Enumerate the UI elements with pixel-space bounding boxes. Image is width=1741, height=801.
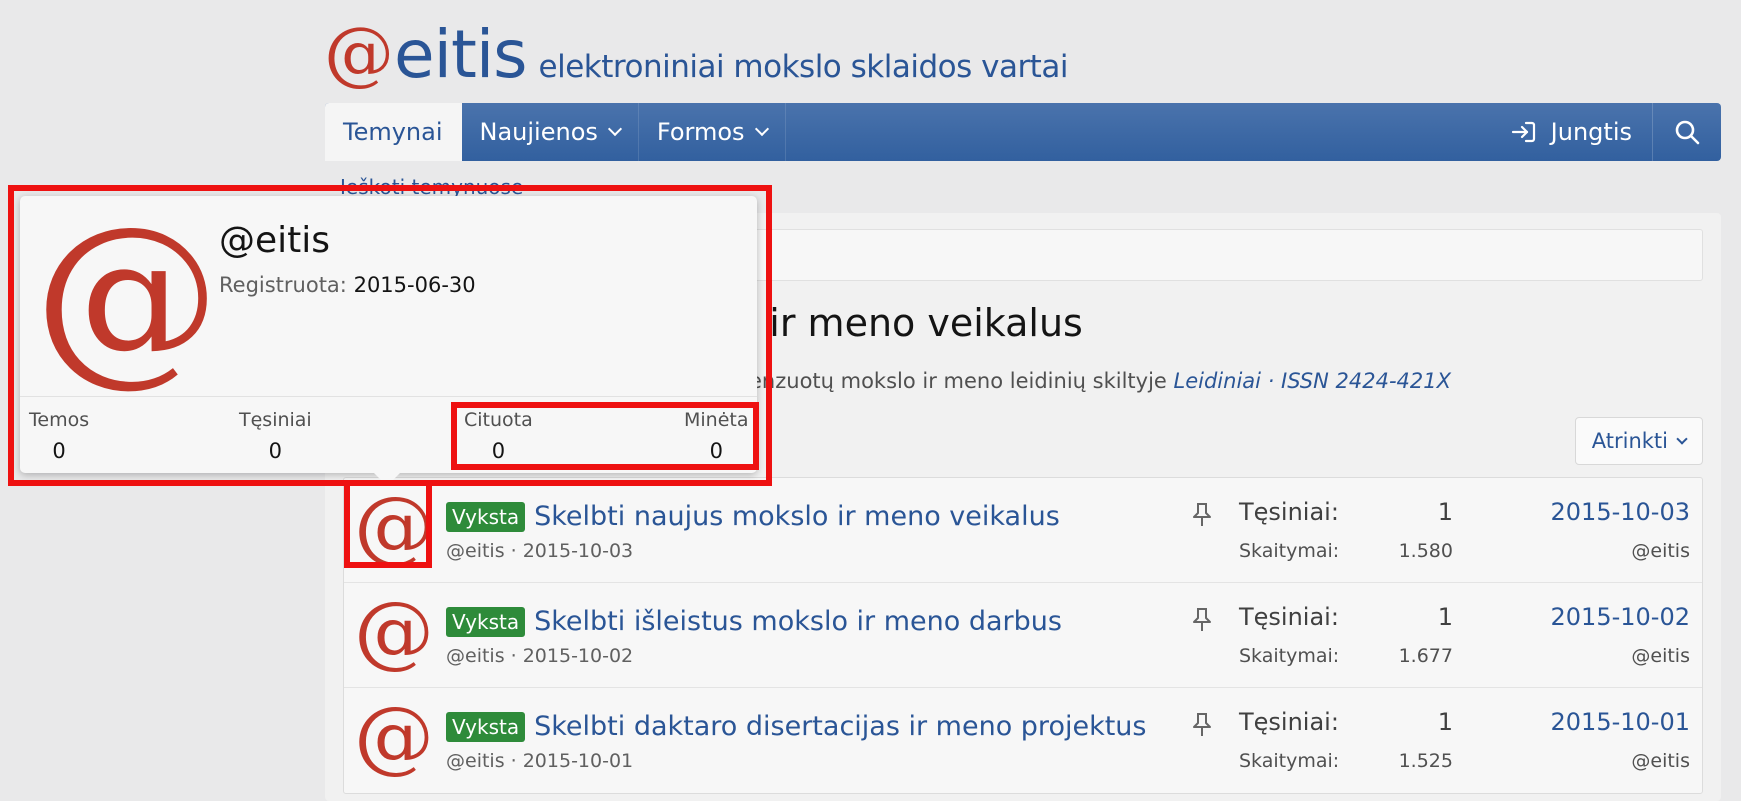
views-stat: Skaitymai: 1.677	[1239, 645, 1453, 667]
replies-stat: Tęsiniai: 1	[1239, 708, 1453, 736]
member-name[interactable]: @eitis	[219, 220, 330, 261]
tab-naujienos[interactable]: Naujienos	[462, 103, 639, 161]
views-stat: Skaitymai: 1.525	[1239, 750, 1453, 772]
filter-label: Atrinkti	[1591, 429, 1668, 453]
logo-name: eitis	[394, 16, 528, 93]
stat-label: Minėta	[684, 409, 749, 431]
thread-meta: @eitis · 2015-10-02	[446, 645, 634, 667]
tooltip-arrow	[371, 470, 403, 486]
chevron-down-icon	[607, 121, 622, 137]
views-label: Skaitymai:	[1239, 540, 1340, 562]
last-post-user[interactable]: @eitis	[1631, 645, 1690, 667]
avatar[interactable]: @	[34, 202, 220, 388]
chevron-down-icon	[1676, 433, 1688, 445]
views-label: Skaitymai:	[1239, 750, 1340, 772]
views-label: Skaitymai:	[1239, 645, 1340, 667]
member-stats: Temos 0 Tęsiniai 0 Cituota 0 Minėta 0	[20, 396, 757, 473]
site-logo[interactable]: @ eitis elektroniniai mokslo sklaidos var…	[324, 18, 1068, 88]
tab-temynai[interactable]: Temynai	[325, 103, 462, 161]
pin-icon	[1193, 503, 1211, 526]
thread-title-link[interactable]: Skelbti naujus mokslo ir meno veikalus	[534, 501, 1060, 532]
status-badge: Vyksta	[446, 501, 526, 532]
stat-tesiniai: Tęsiniai 0	[239, 409, 312, 463]
pin-icon	[1193, 608, 1211, 631]
avatar[interactable]: @	[354, 486, 434, 566]
login-button[interactable]: Jungtis	[1491, 103, 1653, 161]
last-post-date[interactable]: 2015-10-02	[1551, 603, 1690, 631]
stat-temos: Temos 0	[29, 409, 89, 463]
stat-label: Tęsiniai	[239, 409, 312, 431]
thread-title-row: Vyksta Skelbti naujus mokslo ir meno vei…	[446, 501, 1060, 532]
filter-button[interactable]: Atrinkti	[1574, 417, 1703, 465]
thread-meta: @eitis · 2015-10-03	[446, 540, 634, 562]
last-post-user[interactable]: @eitis	[1631, 750, 1690, 772]
pin-icon	[1193, 713, 1211, 736]
registered-value: 2015-06-30	[353, 273, 476, 297]
stat-label: Cituota	[464, 409, 533, 431]
tab-formos[interactable]: Formos	[639, 103, 786, 161]
member-tooltip-card: @ @eitis Registruota: 2015-06-30 Temos 0…	[20, 196, 757, 473]
login-label: Jungtis	[1550, 118, 1632, 146]
chevron-down-icon	[754, 121, 769, 137]
logo-tagline: elektroniniai mokslo sklaidos vartai	[538, 49, 1069, 85]
table-row: @ Vyksta Skelbti daktaro disertacijas ir…	[344, 688, 1702, 793]
replies-count: 1	[1437, 708, 1453, 736]
stat-cituota: Cituota 0	[464, 409, 533, 463]
avatar[interactable]: @	[354, 591, 434, 671]
replies-label: Tęsiniai:	[1239, 708, 1339, 736]
table-row: @ Vyksta Skelbti naujus mokslo ir meno v…	[344, 478, 1702, 583]
stat-mineta: Minėta 0	[684, 409, 749, 463]
last-post-date[interactable]: 2015-10-03	[1551, 498, 1690, 526]
thread-title-link[interactable]: Skelbti daktaro disertacijas ir meno pro…	[534, 711, 1146, 742]
logo-at-symbol: @	[324, 12, 394, 94]
replies-count: 1	[1437, 498, 1453, 526]
search-icon	[1675, 120, 1700, 145]
replies-label: Tęsiniai:	[1239, 498, 1339, 526]
thread-list: @ Vyksta Skelbti naujus mokslo ir meno v…	[343, 477, 1703, 794]
table-row: @ Vyksta Skelbti išleistus mokslo ir men…	[344, 583, 1702, 688]
stat-value: 0	[52, 439, 66, 463]
last-post-user[interactable]: @eitis	[1631, 540, 1690, 562]
search-button[interactable]	[1653, 103, 1721, 161]
status-badge: Vyksta	[446, 711, 526, 742]
thread-meta: @eitis · 2015-10-01	[446, 750, 634, 772]
last-post-date[interactable]: 2015-10-01	[1551, 708, 1690, 736]
registered-label: Registruota:	[219, 273, 347, 297]
views-count: 1.525	[1398, 750, 1453, 772]
tab-label: Naujienos	[479, 118, 598, 146]
thread-title-row: Vyksta Skelbti išleistus mokslo ir meno …	[446, 606, 1062, 637]
replies-stat: Tęsiniai: 1	[1239, 603, 1453, 631]
stat-label: Temos	[29, 409, 90, 431]
views-count: 1.580	[1398, 540, 1453, 562]
replies-label: Tęsiniai:	[1239, 603, 1339, 631]
login-icon	[1511, 121, 1535, 143]
thread-title-link[interactable]: Skelbti išleistus mokslo ir meno darbus	[534, 606, 1062, 637]
status-badge: Vyksta	[446, 606, 526, 637]
stat-value: 0	[491, 439, 506, 463]
replies-count: 1	[1437, 603, 1453, 631]
main-navbar: Temynai Naujienos Formos Jungtis	[325, 103, 1721, 161]
views-count: 1.677	[1398, 645, 1453, 667]
tab-label: Formos	[656, 118, 745, 146]
avatar[interactable]: @	[354, 696, 434, 776]
stat-value: 0	[268, 439, 283, 463]
description-link[interactable]: Leidiniai · ISSN 2424-421X	[1174, 369, 1451, 393]
tab-label: Temynai	[343, 118, 443, 146]
views-stat: Skaitymai: 1.580	[1239, 540, 1453, 562]
stat-value: 0	[709, 439, 723, 463]
registered-info: Registruota: 2015-06-30	[219, 273, 476, 297]
thread-title-row: Vyksta Skelbti daktaro disertacijas ir m…	[446, 711, 1146, 742]
replies-stat: Tęsiniai: 1	[1239, 498, 1453, 526]
